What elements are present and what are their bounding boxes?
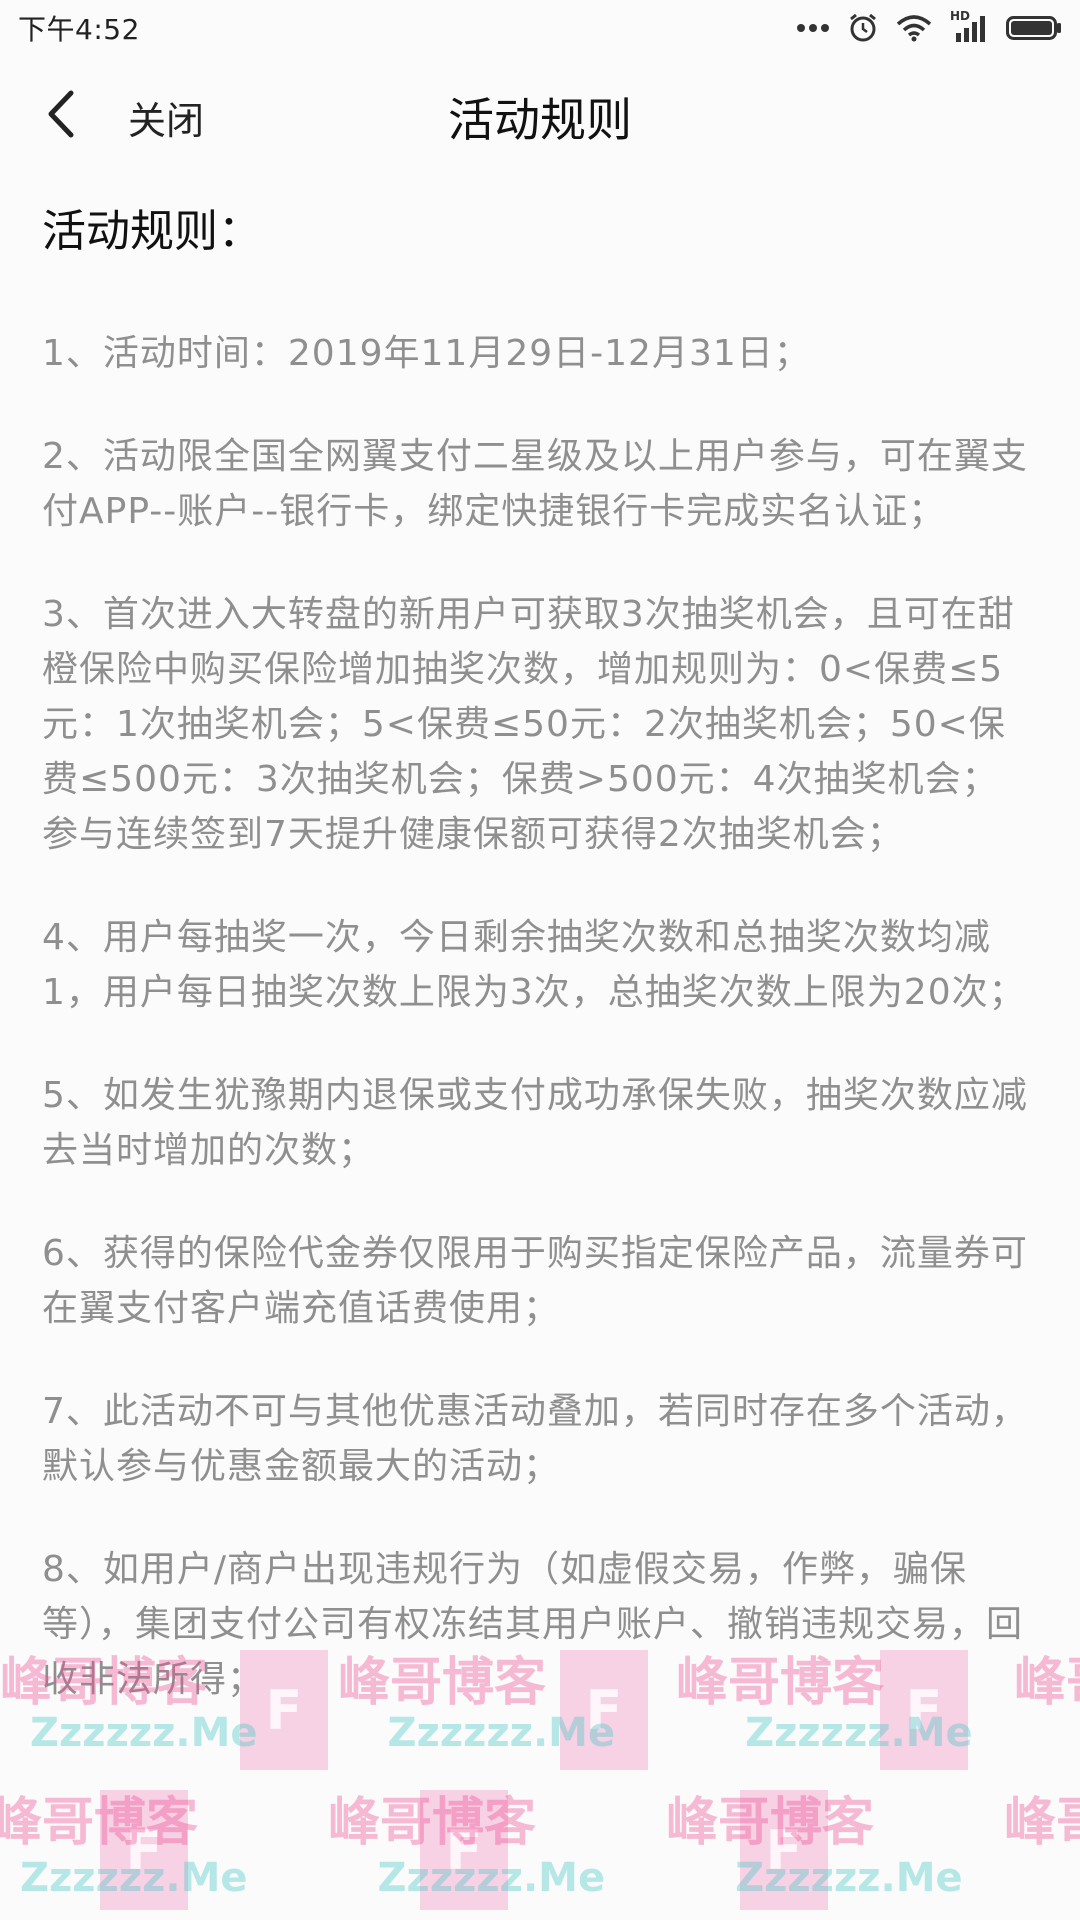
rule-item: 1、活动时间：2019年11月29日-12月31日； (42, 333, 811, 374)
watermark-sub: Zzzzzz.Me (20, 1855, 248, 1901)
battery-icon (1006, 15, 1062, 41)
watermark-text: 峰哥博客 (1004, 1793, 1080, 1853)
watermark-text: 峰哥博客 (328, 1793, 537, 1853)
rules-content: 活动规则： 1、活动时间：2019年11月29日-12月31日； 2、活动限全国… (42, 200, 1032, 1755)
rule-item: 5、如发生犹豫期内退保或支付成功承保失败，抽奖次数应减去当时增加的次数； (42, 1075, 1028, 1171)
rule-item: 3、首次进入大转盘的新用户可获取3次抽奖机会，且可在甜橙保险中购买保险增加抽奖次… (42, 594, 1015, 855)
rules-heading: 活动规则： (42, 206, 262, 257)
watermark-text: 峰哥博客 (666, 1793, 875, 1853)
rule-item: 7、此活动不可与其他优惠活动叠加，若同时存在多个活动，默认参与优惠金额最大的活动… (42, 1391, 1028, 1487)
status-bar: 下午4:52 HD (0, 0, 1080, 56)
more-dots-icon (796, 23, 830, 33)
hd-signal-icon: HD (950, 9, 988, 43)
rule-item: 6、获得的保险代金券仅限用于购买指定保险产品，流量券可在翼支付客户端充值话费使用… (42, 1233, 1028, 1329)
watermark-badge: F (420, 1790, 508, 1910)
alarm-icon (848, 13, 878, 43)
wifi-icon (896, 14, 932, 42)
status-icons: HD (796, 9, 1062, 43)
watermark-sub: Zzzzzz.Me (377, 1855, 606, 1901)
nav-bar: 关闭 活动规则 (0, 56, 1080, 176)
watermark-badge: F (740, 1790, 828, 1910)
rule-item: 8、如用户/商户出现违规行为（如虚假交易，作弊，骗保等），集团支付公司有权冻结其… (42, 1549, 1024, 1700)
watermark-sub: Zzzzzz.Me (735, 1855, 963, 1901)
rule-item: 4、用户每抽奖一次，今日剩余抽奖次数和总抽奖次数均减1，用户每日抽奖次数上限为3… (42, 917, 1026, 1013)
watermark-text: 峰哥博客 (0, 1793, 199, 1853)
status-time: 下午4:52 (18, 13, 140, 46)
rule-item: 2、活动限全国全网翼支付二星级及以上用户参与，可在翼支付APP--账户--银行卡… (42, 436, 1028, 532)
watermark-badge: F (100, 1790, 188, 1910)
screen: 下午4:52 HD 关闭 活动规则 活动规则： 1、活动时间：2019年11月2… (0, 0, 1080, 1920)
page-title: 活动规则 (448, 93, 632, 147)
